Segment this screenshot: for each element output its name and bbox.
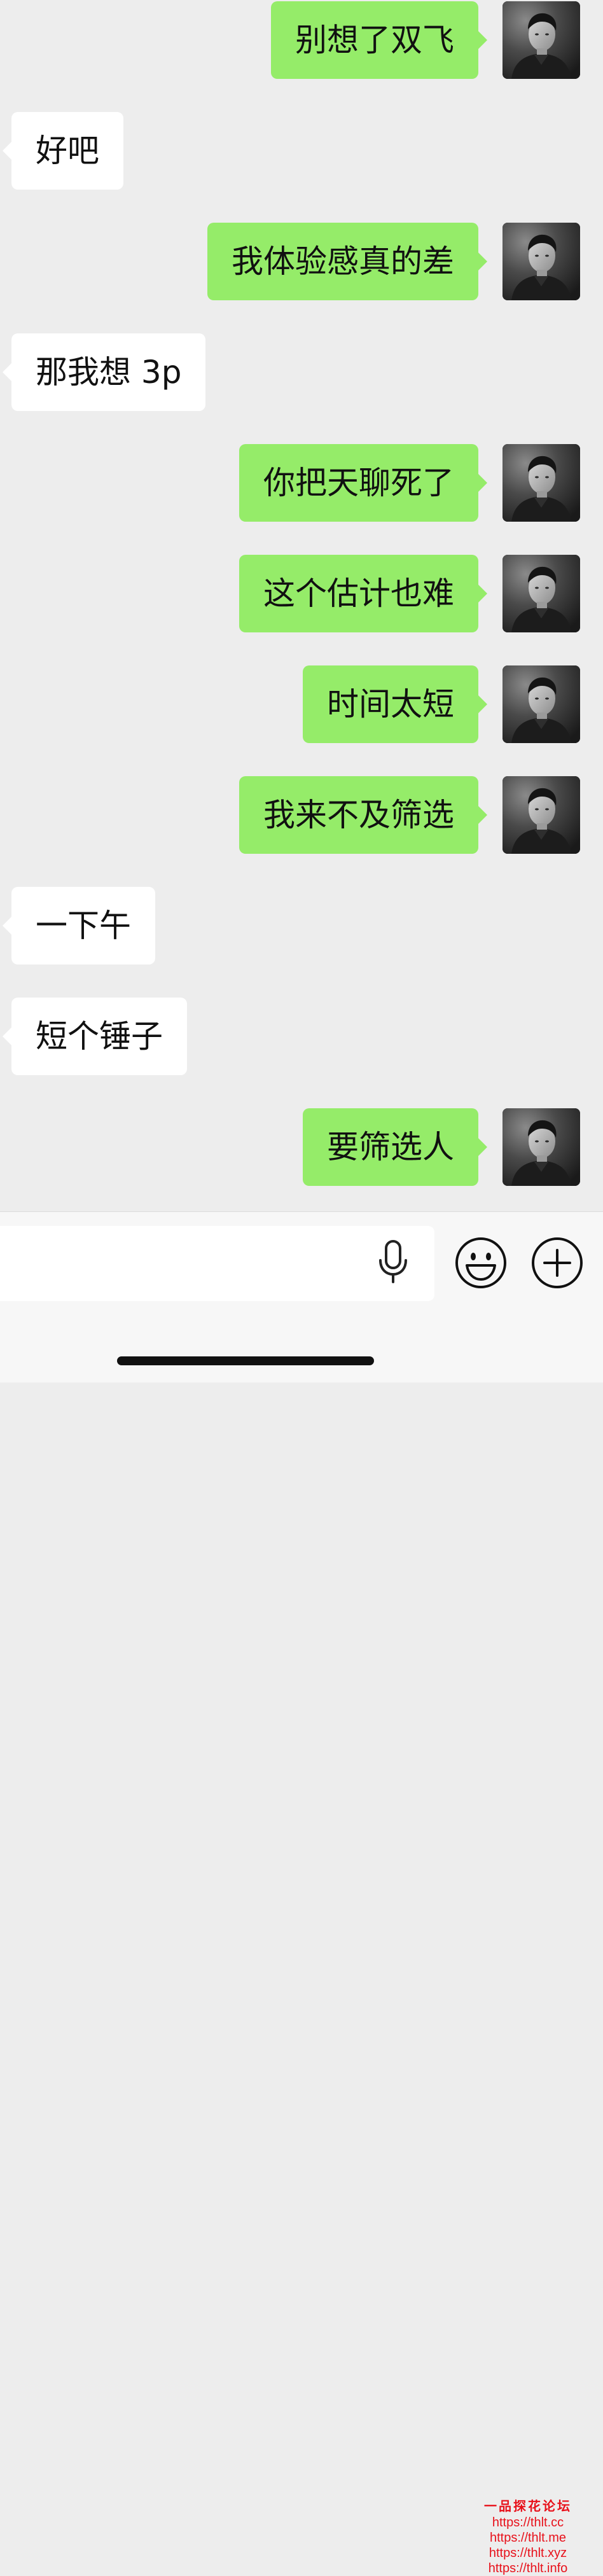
sent-message-bubble[interactable]: 时间太短 xyxy=(303,665,487,743)
sent-message-bubble[interactable]: 这个估计也难 xyxy=(239,555,487,632)
message-row: 那我想 3p xyxy=(0,333,603,411)
message-row: 要筛选人 xyxy=(0,1108,603,1186)
watermark-link: https://thlt.xyz xyxy=(489,2546,567,2560)
message-row: 你把天聊死了 xyxy=(0,444,603,522)
avatar[interactable] xyxy=(502,776,580,854)
received-message-bubble[interactable]: 好吧 xyxy=(3,112,123,190)
message-row: 我来不及筛选 xyxy=(0,776,603,854)
avatar[interactable] xyxy=(502,555,580,632)
sent-message-bubble[interactable]: 要筛选人 xyxy=(303,1108,487,1186)
watermark: 一品探花论坛 https://thlt.cc https://thlt.me h… xyxy=(458,2497,598,2576)
plus-circle-icon[interactable] xyxy=(530,1236,584,1290)
watermark-link: https://thlt.me xyxy=(489,2531,567,2545)
watermark-link: https://thlt.info xyxy=(488,2561,568,2575)
message-row: 别想了双飞 xyxy=(0,1,603,79)
message-row: 好吧 xyxy=(0,112,603,190)
message-row: 我体验感真的差 xyxy=(0,223,603,300)
home-indicator[interactable] xyxy=(117,1356,374,1365)
sent-message-bubble[interactable]: 我来不及筛选 xyxy=(239,776,487,854)
message-row: 一下午 xyxy=(0,887,603,964)
received-message-bubble[interactable]: 那我想 3p xyxy=(2,333,206,411)
watermark-title: 一品探花论坛 xyxy=(484,2498,572,2514)
smiley-icon[interactable] xyxy=(454,1236,508,1290)
chat-input-bar: 一品探花论坛 https://thlt.cc https://thlt.me h… xyxy=(0,1211,603,2575)
message-input[interactable] xyxy=(0,1226,434,1301)
avatar[interactable] xyxy=(502,1108,580,1186)
sent-message-bubble[interactable]: 你把天聊死了 xyxy=(239,444,487,522)
received-message-bubble[interactable]: 短个锤子 xyxy=(3,998,187,1075)
avatar[interactable] xyxy=(502,223,580,300)
sent-message-bubble[interactable]: 别想了双飞 xyxy=(271,1,487,79)
received-message-bubble[interactable]: 一下午 xyxy=(3,887,155,964)
avatar[interactable] xyxy=(502,665,580,743)
watermark-link: https://thlt.cc xyxy=(492,2516,564,2530)
microphone-icon[interactable] xyxy=(375,1237,411,1287)
message-row: 时间太短 xyxy=(0,665,603,743)
message-row: 这个估计也难 xyxy=(0,555,603,632)
avatar[interactable] xyxy=(502,444,580,522)
message-row: 短个锤子 xyxy=(0,998,603,1075)
sent-message-bubble[interactable]: 我体验感真的差 xyxy=(207,223,487,300)
chat-history[interactable]: 别想了双飞 好吧 我体验感真的差 那我想 3p 你把天聊死了 这个估计也难 时间… xyxy=(0,0,603,1211)
avatar[interactable] xyxy=(502,1,580,79)
